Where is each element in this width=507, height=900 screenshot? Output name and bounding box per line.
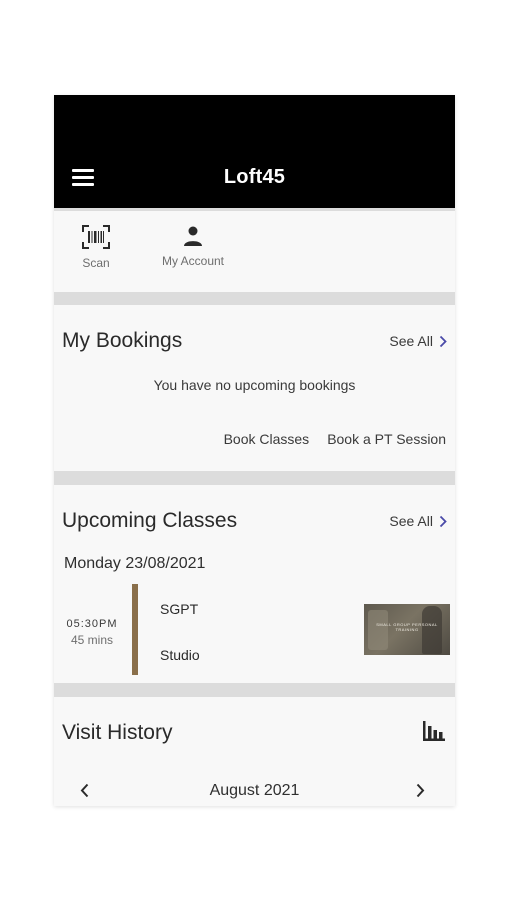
app-title: Loft45 (223, 166, 286, 188)
class-start-time: 05:30PM (66, 618, 118, 630)
see-all-label: See All (389, 333, 433, 349)
thumbnail-caption: SMALL GROUP PERSONAL TRAINING (376, 622, 438, 632)
scan-button[interactable]: Scan (76, 225, 116, 270)
chevron-right-icon (439, 515, 447, 527)
person-icon (184, 226, 202, 246)
class-time-block: 05:30PM 45 mins (66, 618, 118, 647)
book-classes-link[interactable]: Book Classes (224, 431, 310, 447)
app-screen: Loft45 Scan My Account My Bookings See A… (54, 95, 455, 806)
booking-links: Book Classes Book a PT Session (224, 431, 446, 447)
visit-history-title: Visit History (62, 721, 173, 744)
empty-bookings-message: You have no upcoming bookings (153, 377, 356, 393)
barcode-scan-icon (82, 225, 110, 249)
class-duration: 45 mins (70, 633, 114, 647)
chevron-right-icon (439, 335, 447, 347)
book-pt-session-link[interactable]: Book a PT Session (327, 431, 446, 447)
my-account-label: My Account (161, 254, 225, 268)
month-navigator: August 2021 (54, 781, 455, 803)
my-bookings-title: My Bookings (62, 329, 183, 352)
chevron-right-icon (416, 783, 425, 798)
see-all-label: See All (389, 513, 433, 529)
current-month-label: August 2021 (209, 782, 300, 799)
next-month-button[interactable] (416, 783, 425, 803)
app-header: Loft45 (54, 95, 455, 208)
class-color-bar (132, 584, 138, 675)
classes-see-all-button[interactable]: See All (389, 513, 447, 529)
class-location: Studio (160, 647, 200, 663)
bookings-see-all-button[interactable]: See All (389, 333, 447, 349)
upcoming-classes-card: Upcoming Classes See All Monday 23/08/20… (54, 485, 455, 683)
upcoming-classes-title: Upcoming Classes (62, 509, 238, 532)
class-name: SGPT (160, 601, 199, 617)
my-account-button[interactable]: My Account (154, 225, 232, 268)
visit-history-card: Visit History August 2021 (54, 697, 455, 806)
my-bookings-card: My Bookings See All You have no upcoming… (54, 305, 455, 471)
quick-actions-bar: Scan My Account (54, 211, 455, 292)
class-date-header: Monday 23/08/2021 (64, 555, 206, 572)
scan-label: Scan (82, 256, 110, 270)
class-thumbnail-image: SMALL GROUP PERSONAL TRAINING (364, 604, 450, 655)
class-list-item[interactable]: 05:30PM 45 mins SGPT Studio SMALL GROUP … (54, 584, 455, 676)
bar-chart-icon[interactable] (423, 721, 445, 746)
